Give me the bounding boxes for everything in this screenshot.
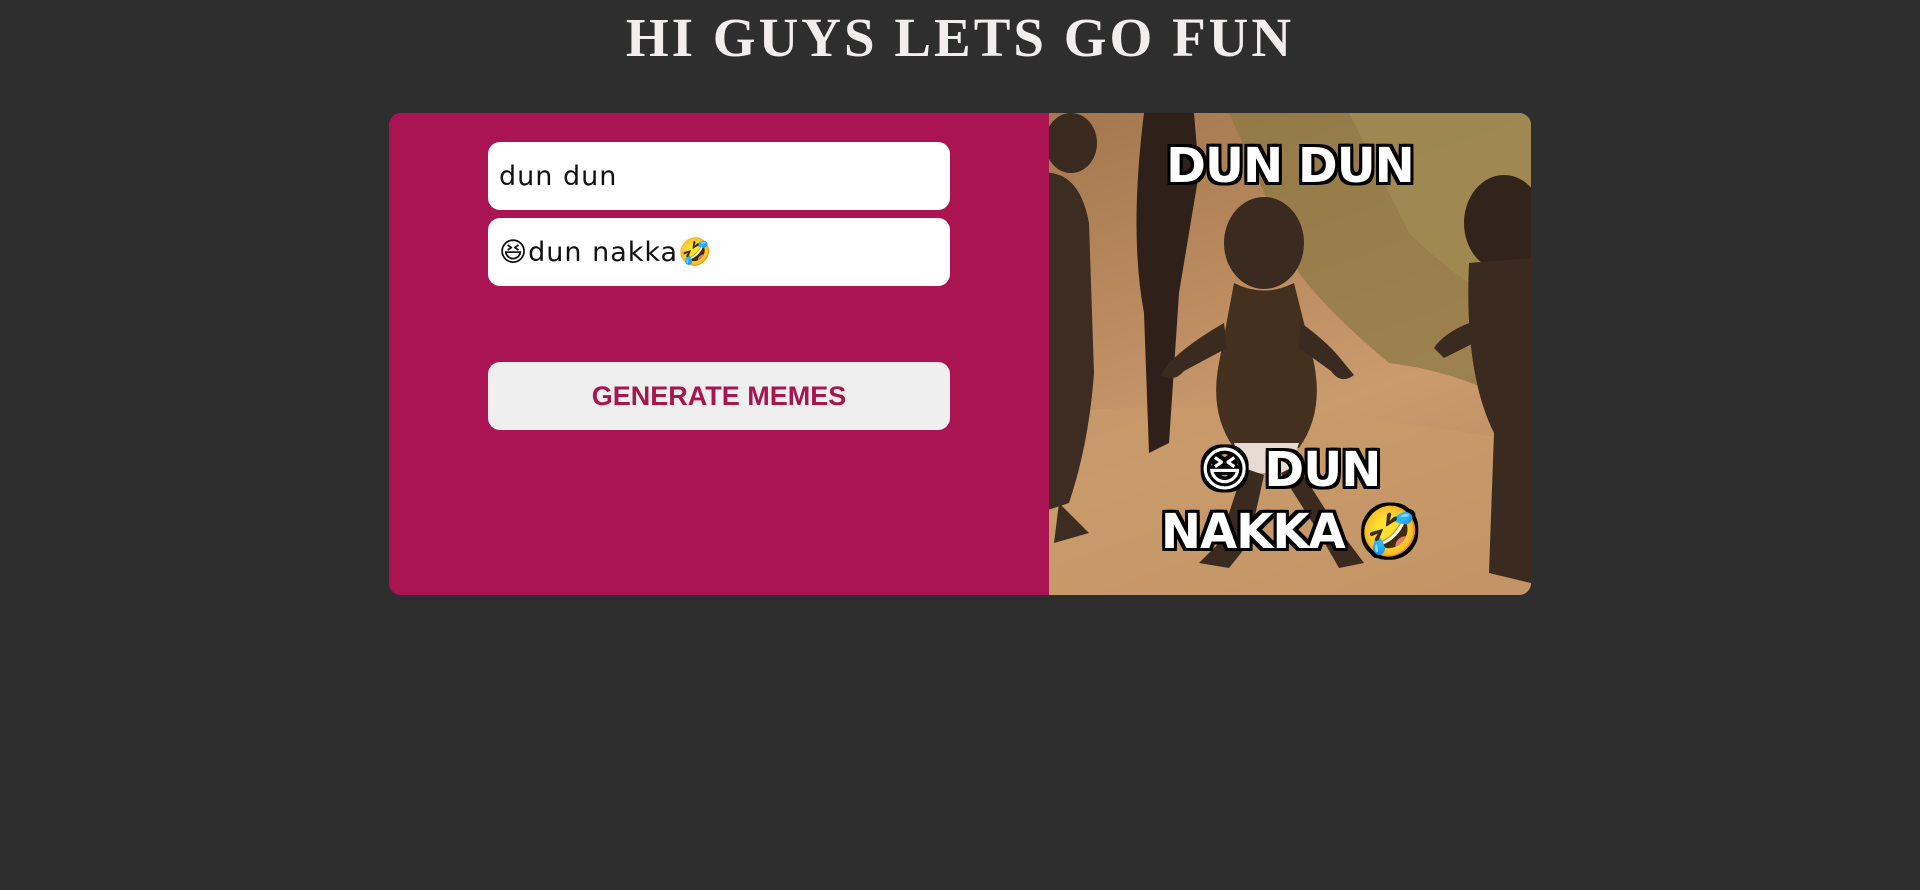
- generate-memes-button[interactable]: GENERATE MEMES: [488, 362, 950, 430]
- page-title: HI GUYS LETS GO FUN: [625, 7, 1295, 68]
- meme-preview: DUN DUN 😆 DUN NAKKA 🤣: [1049, 113, 1531, 595]
- meme-bottom-caption: 😆 DUN NAKKA 🤣: [1049, 439, 1531, 563]
- top-text-input[interactable]: [488, 142, 950, 210]
- meme-bottom-caption-line-1: 😆 DUN: [1199, 442, 1382, 498]
- meme-top-caption: DUN DUN: [1166, 138, 1415, 194]
- bottom-text-input[interactable]: [488, 218, 950, 286]
- meme-card: GENERATE MEMES DUN: [389, 113, 1531, 595]
- meme-bottom-caption-line-2: NAKKA 🤣: [1160, 504, 1420, 560]
- meme-form: GENERATE MEMES: [389, 113, 1049, 595]
